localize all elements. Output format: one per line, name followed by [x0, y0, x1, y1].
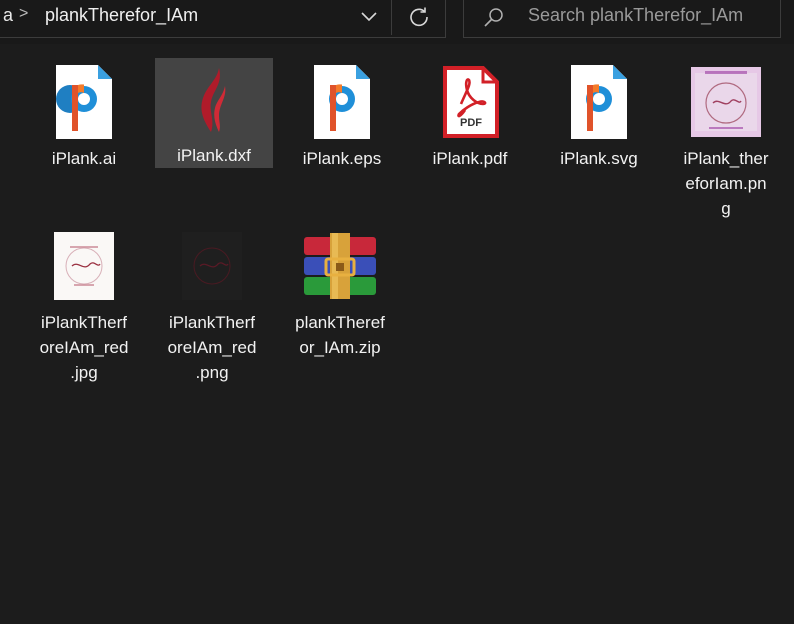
- file-item-iplank-eps[interactable]: iPlank.eps: [283, 58, 401, 171]
- file-item-iplank-therefor-png[interactable]: iPlank_ther eforIam.pn g: [667, 58, 785, 221]
- search-placeholder: Search plankTherefor_IAm: [528, 5, 744, 25]
- file-item-plank-zip[interactable]: plankTheref or_IAm.zip: [281, 222, 399, 360]
- top-bar: a > plankTherefor_IAm Search plankTheref…: [0, 0, 794, 44]
- refresh-button[interactable]: [391, 0, 446, 35]
- corel-pdf-file-icon: [302, 62, 382, 142]
- file-item-iplank-svg[interactable]: iPlank.svg: [540, 58, 658, 171]
- search-box[interactable]: Search plankTherefor_IAm: [463, 0, 781, 38]
- file-label: iPlank.dxf: [177, 146, 251, 165]
- file-label: iPlankTherf oreIAm_red .jpg: [39, 313, 129, 382]
- file-label: iPlankTherf oreIAm_red .png: [167, 313, 257, 382]
- image-thumbnail-pink: [686, 62, 766, 142]
- file-item-iplank-ai[interactable]: iPlank.ai: [25, 58, 143, 171]
- file-label: iPlank.svg: [560, 149, 638, 168]
- address-dropdown-button[interactable]: [349, 0, 389, 35]
- file-label: iPlank.eps: [302, 149, 382, 168]
- breadcrumb-chevron-icon[interactable]: >: [19, 5, 28, 23]
- breadcrumb-current-folder[interactable]: plankTherefor_IAm: [45, 5, 198, 26]
- file-item-iplank-red-jpg[interactable]: iPlankTherf oreIAm_red .jpg: [25, 222, 143, 385]
- search-icon: [484, 8, 503, 27]
- file-item-iplank-pdf[interactable]: PDF iPlank.pdf: [411, 58, 529, 171]
- file-item-iplank-dxf[interactable]: iPlank.dxf: [155, 58, 273, 168]
- refresh-icon: [410, 7, 428, 27]
- acrobat-pdf-icon: PDF: [430, 62, 510, 142]
- corel-pdf-file-icon: [559, 62, 639, 142]
- image-thumbnail-dark: [172, 226, 252, 306]
- winrar-archive-icon: [300, 226, 380, 306]
- file-item-iplank-red-png[interactable]: iPlankTherf oreIAm_red .png: [153, 222, 271, 385]
- dxf-flame-icon: [174, 62, 254, 139]
- image-thumbnail-white: [44, 226, 124, 306]
- file-label: iPlank.ai: [51, 149, 117, 168]
- breadcrumb-fragment[interactable]: a: [3, 5, 13, 26]
- file-label: iPlank_ther eforIam.pn g: [683, 149, 769, 218]
- file-label: iPlank.pdf: [432, 149, 508, 168]
- corel-pdf-file-icon: [44, 62, 124, 142]
- svg-text:PDF: PDF: [460, 117, 482, 129]
- chevron-down-icon: [361, 12, 377, 22]
- file-label: plankTheref or_IAm.zip: [295, 313, 385, 357]
- address-bar[interactable]: a > plankTherefor_IAm: [0, 0, 446, 38]
